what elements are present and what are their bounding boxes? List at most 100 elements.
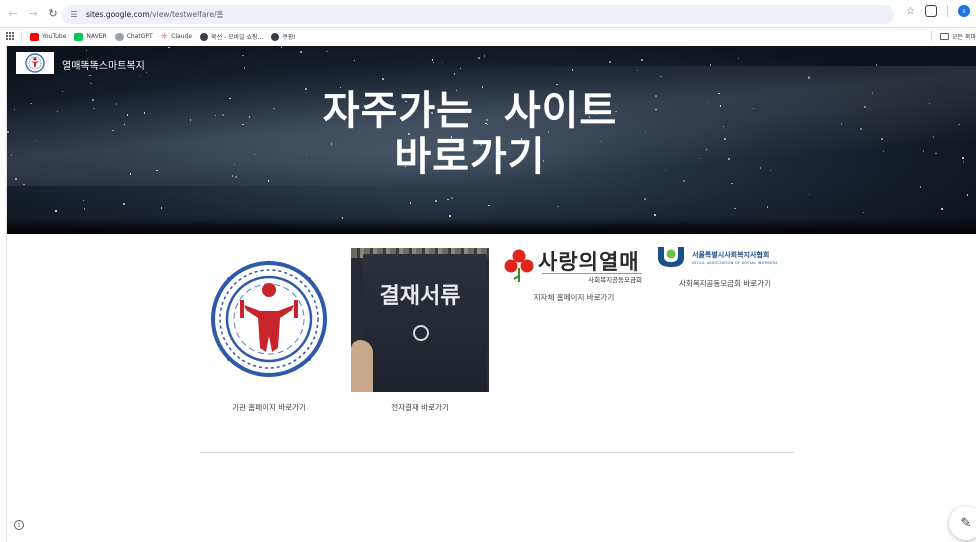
star-dot [453,73,456,75]
star-dot [660,75,662,77]
edit-pencil-button[interactable]: ✎ [949,506,976,540]
bookmark-shopping[interactable]: 쿡선 - 모바일 쇼핑... [200,32,263,41]
star-dot [766,206,769,208]
star-dot [478,57,480,59]
star-dot [449,215,451,217]
hero-heading-line2: 바로가기 [394,134,546,180]
star-dot [734,207,736,210]
e-approval-image[interactable]: 결재서류 [351,248,489,392]
bookmark-label: 쿠팡! [282,34,296,41]
love-fruit-subtitle: 사회복지공동모금회 [542,273,642,284]
star-dot [840,123,843,125]
bookmark-label: ChatGPT [126,33,153,40]
star-dot [92,99,94,101]
star-dot [709,64,712,66]
all-bookmarks-label: 모든 북마 [952,33,976,41]
star-dot [143,112,146,114]
star-dot [353,59,356,61]
seoul-association-logo[interactable]: 서울특별시사회복지사협회 SEOUL ASSOCIATION OF SOCIAL… [656,246,794,270]
star-dot [93,107,95,110]
seoul-association-name: 서울특별시사회복지사협회 [692,251,770,259]
star-dot [382,78,384,80]
extensions-icon[interactable] [925,5,937,17]
star-dot [860,128,862,130]
star-dot [126,114,129,116]
star-dot [300,51,302,53]
community-chest-caption[interactable]: 사회복지공동모금회 바로가기 [656,278,794,289]
star-icon[interactable]: ☆ [906,6,915,17]
info-icon[interactable]: i [14,520,24,530]
toolbar-right: ☆ s [906,5,970,17]
star-dot [326,50,328,53]
star-dot [808,77,810,79]
seoul-association-icon [658,247,684,267]
bookmark-label: YouTube [42,33,67,40]
star-dot [222,114,224,116]
star-dot [862,211,865,214]
site-title[interactable]: 열매똑똑스마트복지 [62,57,145,72]
seoul-association-english: SEOUL ASSOCIATION OF SOCIAL WORKERS [692,261,778,265]
agency-homepage-image[interactable] [200,248,338,391]
love-fruit-brand: 사랑의열매 [538,250,640,274]
star-dot [641,59,643,61]
bookmark-coupang[interactable]: 쿠팡! [271,32,296,41]
star-dot [737,57,740,60]
star-dot [941,208,943,210]
url-text: sites.google.com/view/testwelfare/홈 [86,9,223,20]
binder-title: 결재서류 [379,284,461,309]
star-dot [431,59,434,61]
government-emblem-icon [413,325,429,341]
agency-homepage-caption[interactable]: 기관 홈페이지 바로가기 [200,402,338,413]
hand-image [351,340,373,392]
globe-icon [271,32,280,41]
bookmark-claude[interactable]: ✳ Claude [161,32,192,41]
bookmarks-bar: YouTube NAVER ChatGPT ✳ Claude 쿡선 - 모바일 쇼… [0,28,976,45]
star-dot [10,154,13,156]
star-dot [808,193,811,196]
star-dot [864,106,866,108]
star-dot [609,61,611,63]
local-gov-homepage-caption[interactable]: 지자체 홈페이지 바로가기 [504,292,644,303]
star-dot [451,197,453,199]
star-dot [919,186,922,188]
all-bookmarks[interactable]: 모든 북마 [931,31,976,41]
star-dot [935,152,937,155]
love-fruit-logo[interactable]: 사랑의열매 사회복지공동모금회 [504,246,644,286]
url-path: /view/testwelfare/홈 [149,10,224,19]
welfare-emblem-icon [25,53,45,73]
e-approval-caption[interactable]: 전자결재 바로가기 [351,402,489,413]
profile-avatar[interactable]: s [958,5,970,17]
star-dot [15,178,17,180]
star-dot [922,150,925,152]
back-icon[interactable]: ← [6,7,20,21]
address-bar[interactable]: ☰ sites.google.com/view/testwelfare/홈 [62,5,894,24]
star-dot [654,214,656,216]
star-dot [447,198,449,201]
star-dot [435,200,437,202]
bookmark-youtube[interactable]: YouTube [30,32,67,41]
star-dot [189,119,192,121]
apps-grid-icon[interactable] [6,32,15,41]
toolbar-separator [947,5,948,17]
bookmark-naver[interactable]: NAVER [74,32,107,41]
binder-cover [363,254,487,392]
star-dot [409,202,412,204]
star-dot [112,129,114,132]
youtube-icon [30,32,39,41]
bookmarks-separator [931,31,932,41]
folder-icon [940,32,949,40]
reload-icon[interactable]: ↻ [46,7,60,21]
globe-icon [200,32,209,41]
bookmark-chatgpt[interactable]: ChatGPT [114,32,153,41]
forward-icon[interactable]: → [26,7,40,21]
site-logo[interactable] [16,52,54,74]
star-dot [728,158,730,160]
star-dot [683,180,685,182]
star-dot [280,46,283,48]
url-host: sites.google.com [86,10,150,19]
star-dot [483,55,486,57]
site-info-icon[interactable]: ☰ [68,9,80,21]
star-dot [160,207,163,209]
star-dot [966,194,969,196]
naver-icon [74,32,84,41]
